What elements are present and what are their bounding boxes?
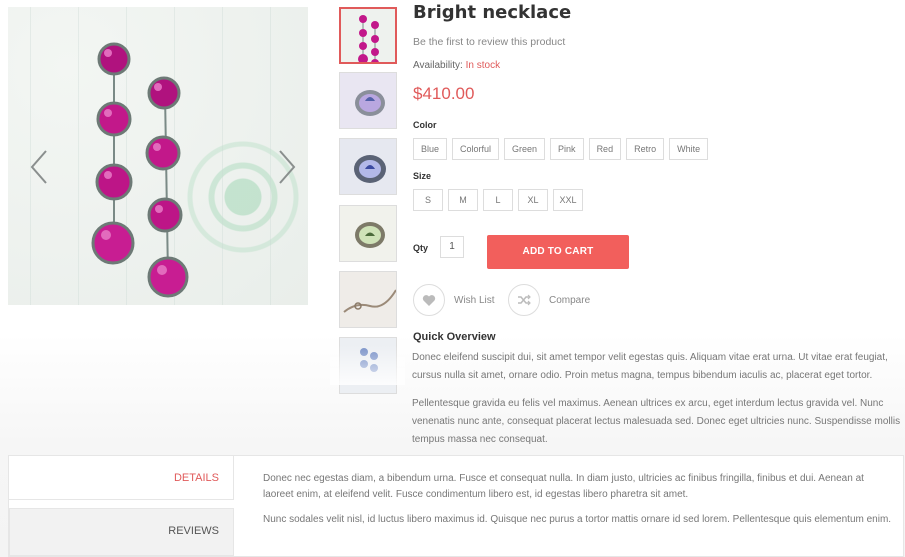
tab-reviews[interactable]: REVIEWS (9, 508, 234, 556)
color-option-colorful[interactable]: Colorful (452, 138, 500, 160)
size-option-m[interactable]: M (448, 189, 478, 211)
first-review-link[interactable]: Be the first to review this product (413, 36, 565, 48)
wishlist-label[interactable]: Wish List (454, 295, 495, 306)
thumbnail-ring-purple-image (340, 73, 396, 128)
quick-overview-title: Quick Overview (413, 331, 496, 343)
color-options: Blue Colorful Green Pink Red Retro White (413, 138, 709, 160)
overview-paragraph-2: Pellentesque gravida eu felis vel maximu… (412, 398, 901, 445)
main-product-image (8, 7, 308, 305)
chevron-right-icon (279, 150, 296, 184)
thumbnail-1[interactable] (339, 7, 397, 64)
availability: Availability: In stock (413, 60, 500, 71)
details-paragraph-2: Nunc sodales velit nisl, id luctus liber… (263, 514, 892, 525)
thumbnail-blue-earrings-image (340, 338, 396, 393)
details-paragraph-1: Donec nec egestas diam, a bibendum urna.… (263, 473, 864, 500)
color-option-green[interactable]: Green (504, 138, 546, 160)
size-option-xl[interactable]: XL (518, 189, 548, 211)
add-to-cart-button[interactable]: ADD TO CART (487, 235, 629, 269)
compare-button[interactable] (508, 284, 540, 316)
color-label: Color (413, 120, 437, 130)
size-option-l[interactable]: L (483, 189, 513, 211)
heart-icon (422, 294, 436, 306)
product-title: Bright necklace (413, 2, 572, 23)
slider-prev-button[interactable] (28, 147, 50, 187)
stock-status: In stock (465, 60, 501, 71)
qty-label: Qty (413, 243, 429, 253)
tab-details[interactable]: DETAILS (9, 456, 234, 500)
thumbnail-chain-image (340, 272, 396, 327)
thumbnail-5[interactable] (339, 271, 397, 328)
qty-input[interactable]: 1 (440, 236, 464, 258)
product-tabs: DETAILS REVIEWS Donec nec egestas diam, … (8, 455, 904, 557)
wishlist-button[interactable] (413, 284, 445, 316)
thumbnail-6[interactable] (339, 337, 397, 394)
color-option-blue[interactable]: Blue (413, 138, 448, 160)
thumbnail-2[interactable] (339, 72, 397, 129)
size-label: Size (413, 171, 432, 181)
thumbnail-ring-green-image (340, 206, 396, 261)
slider-next-button[interactable] (276, 147, 298, 187)
size-option-xxl[interactable]: XXL (553, 189, 583, 211)
thumbnail-ring-blue-image (340, 139, 396, 194)
size-option-s[interactable]: S (413, 189, 443, 211)
size-options: S M L XL XXL (413, 189, 583, 211)
availability-label: Availability: (413, 60, 463, 71)
color-option-retro[interactable]: Retro (626, 138, 665, 160)
overview-paragraph-1: Donec eleifend suscipit dui, sit amet te… (412, 352, 888, 381)
thumbnail-4[interactable] (339, 205, 397, 262)
color-option-red[interactable]: Red (588, 138, 622, 160)
earrings-illustration (91, 42, 189, 298)
shuffle-icon (518, 294, 531, 306)
color-option-white[interactable]: White (669, 138, 709, 160)
compare-label[interactable]: Compare (549, 295, 590, 306)
thumbnail-3[interactable] (339, 138, 397, 195)
product-price: $410.00 (413, 84, 475, 103)
chevron-left-icon (30, 150, 47, 184)
color-option-pink[interactable]: Pink (550, 138, 584, 160)
thumbnail-earrings-image (341, 9, 395, 62)
